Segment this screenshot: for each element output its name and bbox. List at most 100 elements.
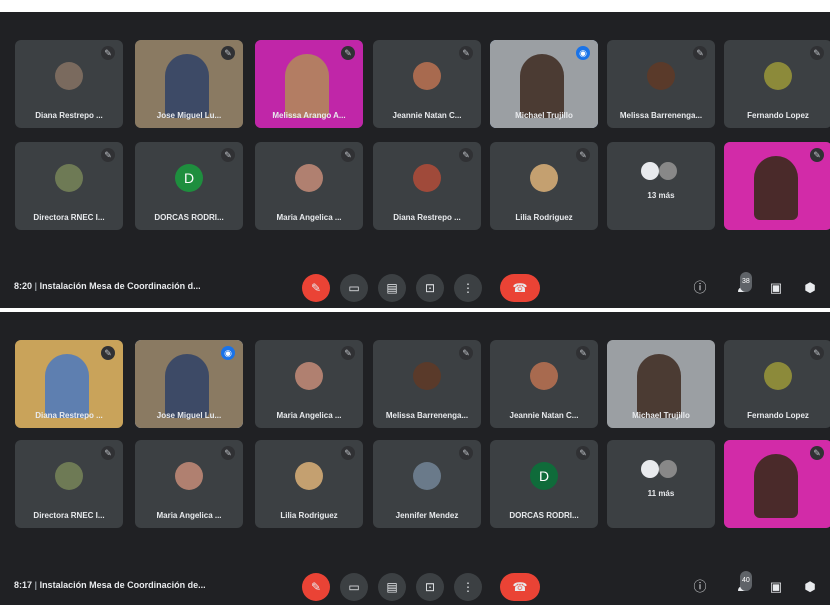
mic-off-icon: ✎ <box>459 148 473 162</box>
avatar <box>55 164 83 192</box>
activities-icon: ⬢ <box>804 579 816 594</box>
participant-tile[interactable]: ✎ <box>724 142 830 230</box>
captions-button[interactable]: ▤ <box>378 573 406 601</box>
participant-video <box>754 156 798 220</box>
avatar <box>530 362 558 390</box>
participant-name: Lilia Rodriguez <box>280 511 338 520</box>
participant-tile[interactable]: ✎ D DORCAS RODRI... <box>135 142 243 230</box>
participant-count-badge: 38 <box>740 272 752 292</box>
mic-off-icon: ✎ <box>459 346 473 360</box>
participant-tile[interactable]: ✎ Melissa Arango A... <box>255 40 363 128</box>
participant-tile[interactable]: ✎ Melissa Barrenenga... <box>373 340 481 428</box>
avatar <box>647 62 675 90</box>
avatar <box>295 362 323 390</box>
participant-tile[interactable]: ✎ D DORCAS RODRI... <box>490 440 598 528</box>
camera-toggle-button[interactable]: ▭ <box>340 573 368 601</box>
present-icon: ⊡ <box>424 580 436 594</box>
activities-button[interactable]: ⬢ <box>800 278 820 298</box>
avatar <box>530 164 558 192</box>
present-button[interactable]: ⊡ <box>416 573 444 601</box>
participant-name: Jose Miguel Lu... <box>156 411 222 420</box>
mic-off-icon: ✎ <box>810 46 824 60</box>
participant-tile[interactable]: ✎ Directora RNEC I... <box>15 440 123 528</box>
mic-off-icon: ✎ <box>221 46 235 60</box>
participant-tile[interactable]: ✎ Jennifer Mendez <box>373 440 481 528</box>
mic-toggle-button[interactable]: ✎ <box>302 274 330 302</box>
camera-toggle-button[interactable]: ▭ <box>340 274 368 302</box>
participant-tile-active-speaker[interactable]: ◉ Michael Trujillo <box>490 40 598 128</box>
participant-tile[interactable]: ✎ Diana Restrepo ... <box>15 40 123 128</box>
participant-tile[interactable]: ✎ Maria Angelica ... <box>135 440 243 528</box>
avatar <box>641 162 659 180</box>
mic-off-icon: ✎ <box>101 446 115 460</box>
more-options-button[interactable]: ⋮ <box>454 274 482 302</box>
end-call-button[interactable]: ☎ <box>500 274 540 302</box>
participant-tile[interactable]: ✎ Maria Angelica ... <box>255 142 363 230</box>
participant-video <box>165 354 209 418</box>
participant-name: Fernando Lopez <box>747 111 809 120</box>
participant-tile[interactable]: ✎ Diana Restrepo ... <box>15 340 123 428</box>
more-participants-tile[interactable]: 13 más <box>607 142 715 230</box>
control-bar: 8:17 | Instalación Mesa de Coordinación … <box>0 569 830 605</box>
avatar <box>659 460 677 478</box>
info-button[interactable]: ⓘ <box>690 278 710 298</box>
avatar-letter: D <box>530 462 558 490</box>
participant-tile-active-speaker[interactable]: ◉ Jose Miguel Lu... <box>135 340 243 428</box>
info-icon: ⓘ <box>693 579 707 594</box>
avatar <box>413 164 441 192</box>
participant-tile[interactable]: ✎ Fernando Lopez <box>724 340 830 428</box>
participant-name: Melissa Barrenenga... <box>619 111 703 120</box>
participant-tile[interactable]: ✎ Jeannie Natan C... <box>490 340 598 428</box>
present-button[interactable]: ⊡ <box>416 274 444 302</box>
activities-button[interactable]: ⬢ <box>800 577 820 597</box>
captions-button[interactable]: ▤ <box>378 274 406 302</box>
participant-name: Diana Restrepo ... <box>35 411 103 420</box>
camera-icon: ▭ <box>348 580 360 594</box>
participant-tile[interactable]: ✎ Melissa Barrenenga... <box>607 40 715 128</box>
participant-tile[interactable]: ✎ <box>724 440 830 528</box>
people-button[interactable]: ♟ 40 <box>732 571 752 597</box>
more-participants-count: 13 más <box>647 191 675 200</box>
info-button[interactable]: ⓘ <box>690 577 710 597</box>
mic-toggle-button[interactable]: ✎ <box>302 573 330 601</box>
more-options-button[interactable]: ⋮ <box>454 573 482 601</box>
people-button[interactable]: ♟ 38 <box>732 272 752 298</box>
participant-video <box>637 354 681 418</box>
mic-off-icon: ✎ <box>101 346 115 360</box>
meeting-title: Instalación Mesa de Coordinación d... <box>39 281 201 291</box>
avatar <box>413 462 441 490</box>
info-icon: ⓘ <box>693 280 707 295</box>
participant-tile[interactable]: ✎ Maria Angelica ... <box>255 340 363 428</box>
participant-name: Michael Trujillo <box>632 411 690 420</box>
meeting-time: 8:20 <box>14 281 33 291</box>
mic-off-icon: ✎ <box>459 46 473 60</box>
avatar <box>413 62 441 90</box>
participant-name: Maria Angelica ... <box>276 411 342 420</box>
chat-button[interactable]: ▣ <box>766 577 786 597</box>
meeting-info: 8:17 | Instalación Mesa de Coordinación … <box>14 580 206 590</box>
mic-off-icon: ✎ <box>221 446 235 460</box>
mic-off-icon: ✎ <box>341 446 355 460</box>
avatar-letter: D <box>175 164 203 192</box>
participant-tile[interactable]: ✎ Diana Restrepo ... <box>373 142 481 230</box>
avatar <box>295 164 323 192</box>
speaking-indicator-icon: ◉ <box>221 346 235 360</box>
more-participants-count: 11 más <box>647 489 675 498</box>
mic-off-icon: ✎ <box>101 46 115 60</box>
participant-tile[interactable]: ✎ Fernando Lopez <box>724 40 830 128</box>
participant-tile[interactable]: ✎ Lilia Rodriguez <box>490 142 598 230</box>
participant-tile[interactable]: ✎ Lilia Rodriguez <box>255 440 363 528</box>
end-call-button[interactable]: ☎ <box>500 573 540 601</box>
participant-tile[interactable]: ✎ Jose Miguel Lu... <box>135 40 243 128</box>
participant-name: DORCAS RODRI... <box>509 511 579 520</box>
avatar <box>55 462 83 490</box>
participant-tile[interactable]: ✎ Jeannie Natan C... <box>373 40 481 128</box>
participant-name: Melissa Barrenenga... <box>385 411 469 420</box>
avatar <box>175 462 203 490</box>
more-participants-tile[interactable]: 11 más <box>607 440 715 528</box>
more-options-icon: ⋮ <box>462 281 474 295</box>
participant-tile[interactable]: ✎ Directora RNEC I... <box>15 142 123 230</box>
chat-button[interactable]: ▣ <box>766 278 786 298</box>
participant-name: Michael Trujillo <box>515 111 573 120</box>
participant-tile[interactable]: Michael Trujillo <box>607 340 715 428</box>
